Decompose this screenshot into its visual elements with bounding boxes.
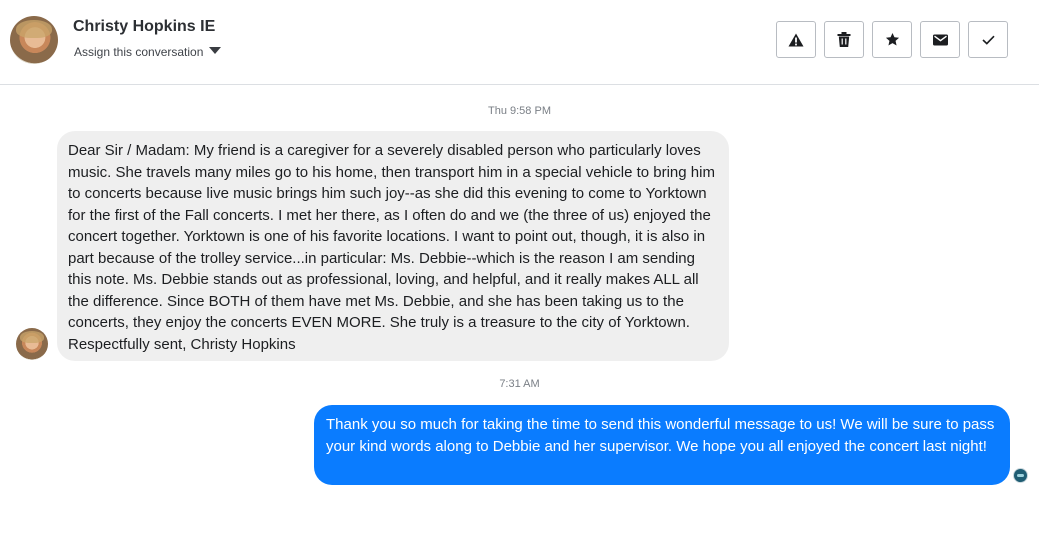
star-button[interactable] [872, 21, 912, 58]
sender-avatar [16, 328, 48, 360]
message-timestamp: 7:31 AM [499, 378, 540, 390]
message-timestamp: Thu 9:58 PM [488, 105, 551, 117]
mark-unread-button[interactable] [920, 21, 960, 58]
assign-conversation-dropdown[interactable]: Assign this conversation [74, 45, 222, 59]
report-spam-button[interactable] [776, 21, 816, 58]
contact-avatar[interactable] [10, 16, 58, 64]
page-avatar-icon [1013, 468, 1028, 483]
incoming-message-bubble: Dear Sir / Madam: My friend is a caregiv… [57, 131, 729, 361]
delete-button[interactable] [824, 21, 864, 58]
outgoing-message-bubble: Thank you so much for taking the time to… [314, 405, 1010, 485]
warning-icon [788, 33, 804, 46]
caret-down-icon[interactable] [209, 46, 222, 54]
action-toolbar [776, 21, 1008, 58]
conversation-header: Christy Hopkins IE Assign this conversat… [0, 0, 1039, 85]
trash-icon [837, 32, 851, 47]
assign-label: Assign this conversation [74, 45, 204, 59]
mark-done-button[interactable] [968, 21, 1008, 58]
star-icon [885, 32, 899, 46]
envelope-icon [932, 34, 948, 45]
checkmark-icon [981, 35, 995, 45]
contact-name[interactable]: Christy Hopkins IE [73, 18, 215, 36]
